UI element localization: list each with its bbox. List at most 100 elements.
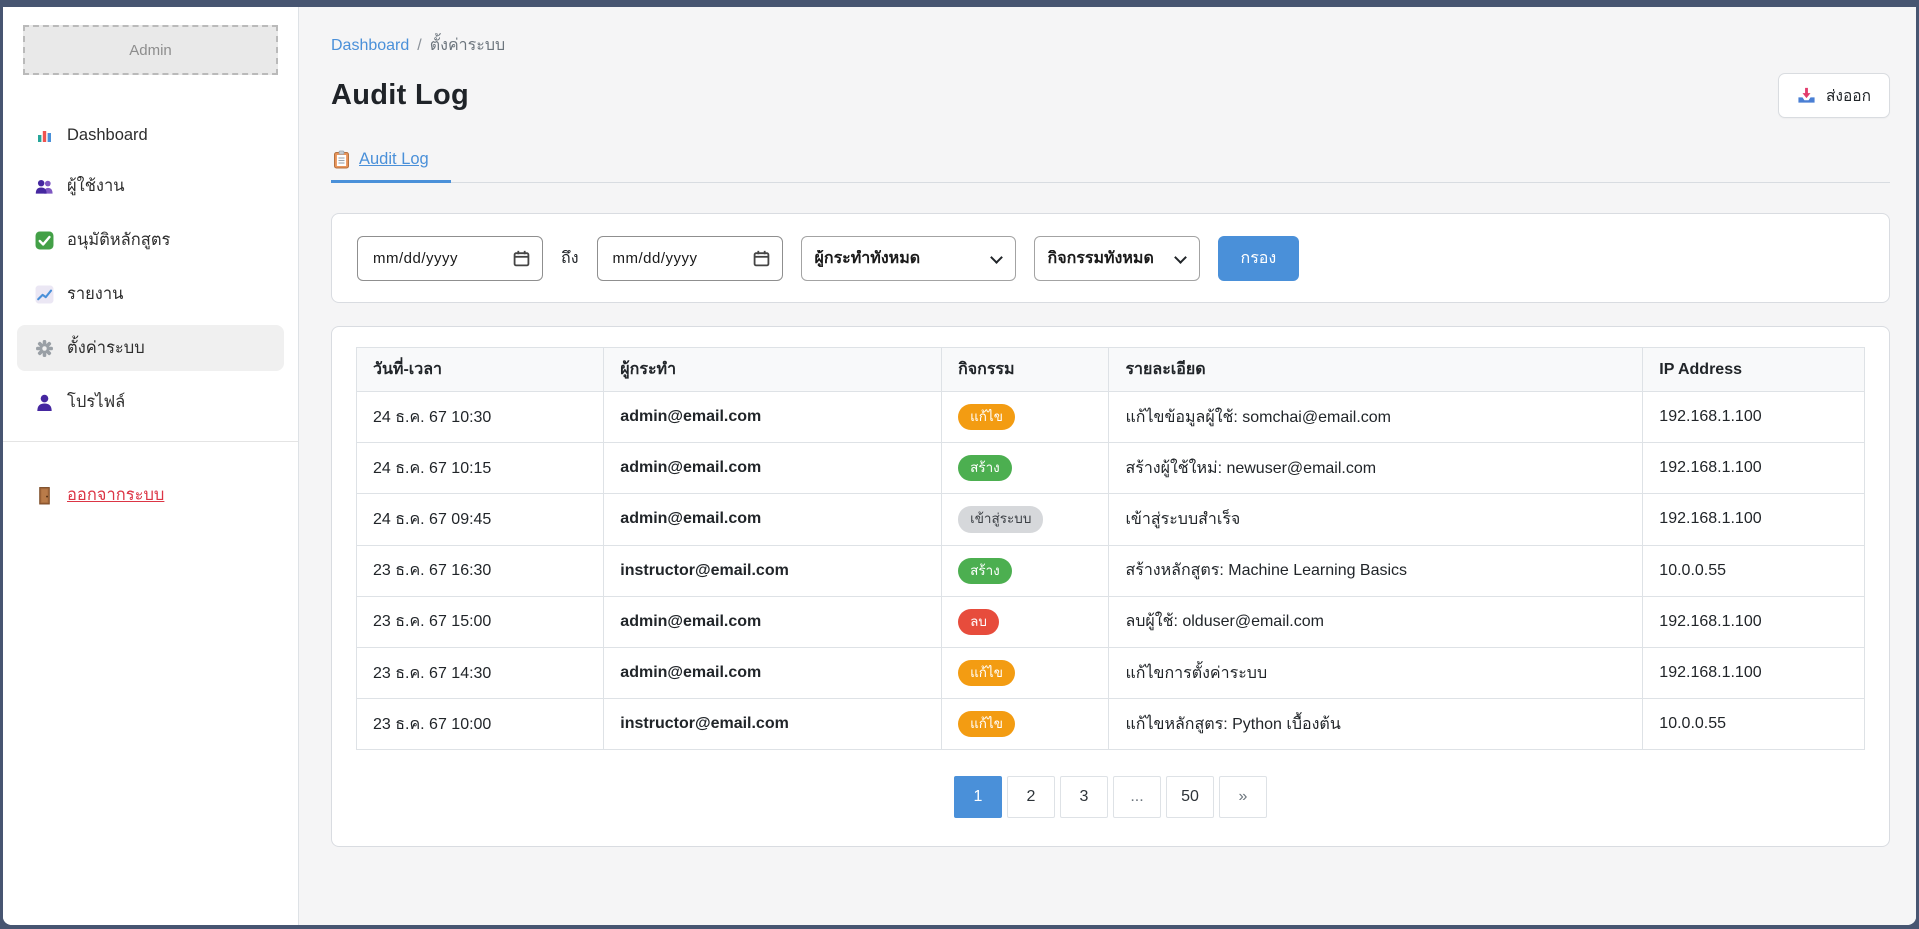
breadcrumb-dashboard-link[interactable]: Dashboard (331, 37, 409, 54)
column-header-ip: IP Address (1643, 348, 1865, 392)
sidebar-item-label: โปรไฟล์ (67, 389, 125, 415)
person-icon (34, 392, 54, 412)
cell-ip: 192.168.1.100 (1643, 392, 1865, 443)
date-to-input[interactable]: mm/dd/yyyy (597, 236, 783, 281)
bar-chart-icon (34, 125, 54, 145)
chart-increasing-icon (34, 284, 54, 304)
pagination-page-2[interactable]: 2 (1007, 776, 1055, 818)
pagination-page-1[interactable]: 1 (954, 776, 1002, 818)
sidebar-item-label: Dashboard (67, 126, 148, 145)
cell-activity: แก้ไข (942, 392, 1109, 443)
admin-logo-label: Admin (129, 42, 172, 59)
activity-badge: สร้าง (958, 455, 1012, 481)
cell-actor: instructor@email.com (604, 545, 942, 596)
cell-activity: สร้าง (942, 545, 1109, 596)
tab-label: Audit Log (359, 150, 429, 169)
cell-datetime: 24 ธ.ค. 67 10:30 (357, 392, 604, 443)
table-row: 23 ธ.ค. 67 10:00 instructor@email.com แก… (357, 699, 1865, 750)
activity-filter-select[interactable]: กิจกรรมทั้งหมด (1034, 236, 1200, 281)
pagination-next-button[interactable]: » (1219, 776, 1267, 818)
inbox-tray-icon (1797, 87, 1816, 105)
cell-actor: admin@email.com (604, 494, 942, 545)
cell-detail: เข้าสู่ระบบสำเร็จ (1109, 494, 1643, 545)
logout-label: ออกจากระบบ (67, 482, 164, 508)
date-from-input[interactable]: mm/dd/yyyy (357, 236, 543, 281)
table-row: 24 ธ.ค. 67 09:45 admin@email.com เข้าสู่… (357, 494, 1865, 545)
cell-actor: admin@email.com (604, 596, 942, 647)
cell-detail: แก้ไขข้อมูลผู้ใช้: somchai@email.com (1109, 392, 1643, 443)
page-title: Audit Log (331, 79, 469, 112)
activity-badge: ลบ (958, 609, 999, 635)
gear-icon (34, 338, 54, 358)
sidebar-item-label: ตั้งค่าระบบ (67, 335, 145, 361)
column-header-datetime: วันที่-เวลา (357, 348, 604, 392)
cell-detail: สร้างหลักสูตร: Machine Learning Basics (1109, 545, 1643, 596)
table-row: 23 ธ.ค. 67 15:00 admin@email.com ลบ ลบผู… (357, 596, 1865, 647)
cell-detail: แก้ไขหลักสูตร: Python เบื้องต้น (1109, 699, 1643, 750)
sidebar-item-label: อนุมัติหลักสูตร (67, 227, 170, 253)
cell-detail: ลบผู้ใช้: olduser@email.com (1109, 596, 1643, 647)
breadcrumb-separator: / (417, 37, 421, 54)
audit-log-card: วันที่-เวลา ผู้กระทำ กิจกรรม รายละเอียด … (331, 326, 1890, 847)
admin-logo-placeholder: Admin (23, 25, 278, 75)
calendar-icon[interactable] (513, 250, 530, 267)
cell-datetime: 23 ธ.ค. 67 10:00 (357, 699, 604, 750)
pagination: 1 2 3 ... 50 » (356, 776, 1865, 818)
actor-filter-select[interactable]: ผู้กระทำทั้งหมด (801, 236, 1016, 281)
sidebar-item-system-settings[interactable]: ตั้งค่าระบบ (17, 325, 284, 371)
cell-ip: 192.168.1.100 (1643, 494, 1865, 545)
breadcrumb: Dashboard / ตั้งค่าระบบ (331, 33, 1890, 58)
cell-datetime: 24 ธ.ค. 67 09:45 (357, 494, 604, 545)
activity-badge: เข้าสู่ระบบ (958, 506, 1043, 532)
sidebar-item-reports[interactable]: รายงาน (17, 271, 284, 317)
audit-log-table: วันที่-เวลา ผู้กระทำ กิจกรรม รายละเอียด … (356, 347, 1865, 750)
export-button[interactable]: ส่งออก (1778, 73, 1890, 118)
cell-ip: 192.168.1.100 (1643, 596, 1865, 647)
check-icon (34, 230, 54, 250)
cell-detail: แก้ไขการตั้งค่าระบบ (1109, 647, 1643, 698)
sidebar-item-approve-courses[interactable]: อนุมัติหลักสูตร (17, 217, 284, 263)
activity-badge: แก้ไข (958, 660, 1015, 686)
cell-activity: สร้าง (942, 443, 1109, 494)
filter-apply-button[interactable]: กรอง (1218, 236, 1300, 281)
tab-bar: Audit Log (331, 144, 1890, 183)
cell-actor: instructor@email.com (604, 699, 942, 750)
sidebar-item-dashboard[interactable]: Dashboard (17, 115, 284, 155)
column-header-actor: ผู้กระทำ (604, 348, 942, 392)
cell-actor: admin@email.com (604, 392, 942, 443)
cell-activity: ลบ (942, 596, 1109, 647)
door-icon (34, 485, 54, 505)
sidebar: Admin Dashboard ผู้ใช้งาน (3, 7, 299, 925)
sidebar-item-profile[interactable]: โปรไฟล์ (17, 379, 284, 425)
pagination-ellipsis: ... (1113, 776, 1161, 818)
sidebar-divider (3, 441, 298, 442)
cell-ip: 192.168.1.100 (1643, 443, 1865, 494)
sidebar-item-label: รายงาน (67, 281, 123, 307)
cell-detail: สร้างผู้ใช้ใหม่: newuser@email.com (1109, 443, 1643, 494)
logout-link[interactable]: ออกจากระบบ (17, 472, 284, 518)
sidebar-item-users[interactable]: ผู้ใช้งาน (17, 163, 284, 209)
sidebar-item-label: ผู้ใช้งาน (67, 173, 125, 199)
table-row: 24 ธ.ค. 67 10:30 admin@email.com แก้ไข แ… (357, 392, 1865, 443)
pagination-page-50[interactable]: 50 (1166, 776, 1214, 818)
cell-datetime: 24 ธ.ค. 67 10:15 (357, 443, 604, 494)
main-content: Dashboard / ตั้งค่าระบบ Audit Log ส่งออก A… (299, 7, 1916, 925)
table-row: 24 ธ.ค. 67 10:15 admin@email.com สร้าง ส… (357, 443, 1865, 494)
date-to-placeholder: mm/dd/yyyy (613, 250, 698, 267)
activity-badge: แก้ไข (958, 404, 1015, 430)
breadcrumb-current: ตั้งค่าระบบ (430, 37, 505, 54)
column-header-activity: กิจกรรม (942, 348, 1109, 392)
calendar-icon[interactable] (753, 250, 770, 267)
cell-actor: admin@email.com (604, 443, 942, 494)
table-row: 23 ธ.ค. 67 16:30 instructor@email.com สร… (357, 545, 1865, 596)
tab-audit-log[interactable]: Audit Log (331, 144, 451, 183)
cell-activity: เข้าสู่ระบบ (942, 494, 1109, 545)
pagination-page-3[interactable]: 3 (1060, 776, 1108, 818)
cell-datetime: 23 ธ.ค. 67 15:00 (357, 596, 604, 647)
app-window: Admin Dashboard ผู้ใช้งาน (0, 0, 1919, 929)
cell-ip: 192.168.1.100 (1643, 647, 1865, 698)
cell-datetime: 23 ธ.ค. 67 14:30 (357, 647, 604, 698)
activity-badge: แก้ไข (958, 711, 1015, 737)
table-header-row: วันที่-เวลา ผู้กระทำ กิจกรรม รายละเอียด … (357, 348, 1865, 392)
date-range-to-label: ถึง (561, 246, 579, 271)
